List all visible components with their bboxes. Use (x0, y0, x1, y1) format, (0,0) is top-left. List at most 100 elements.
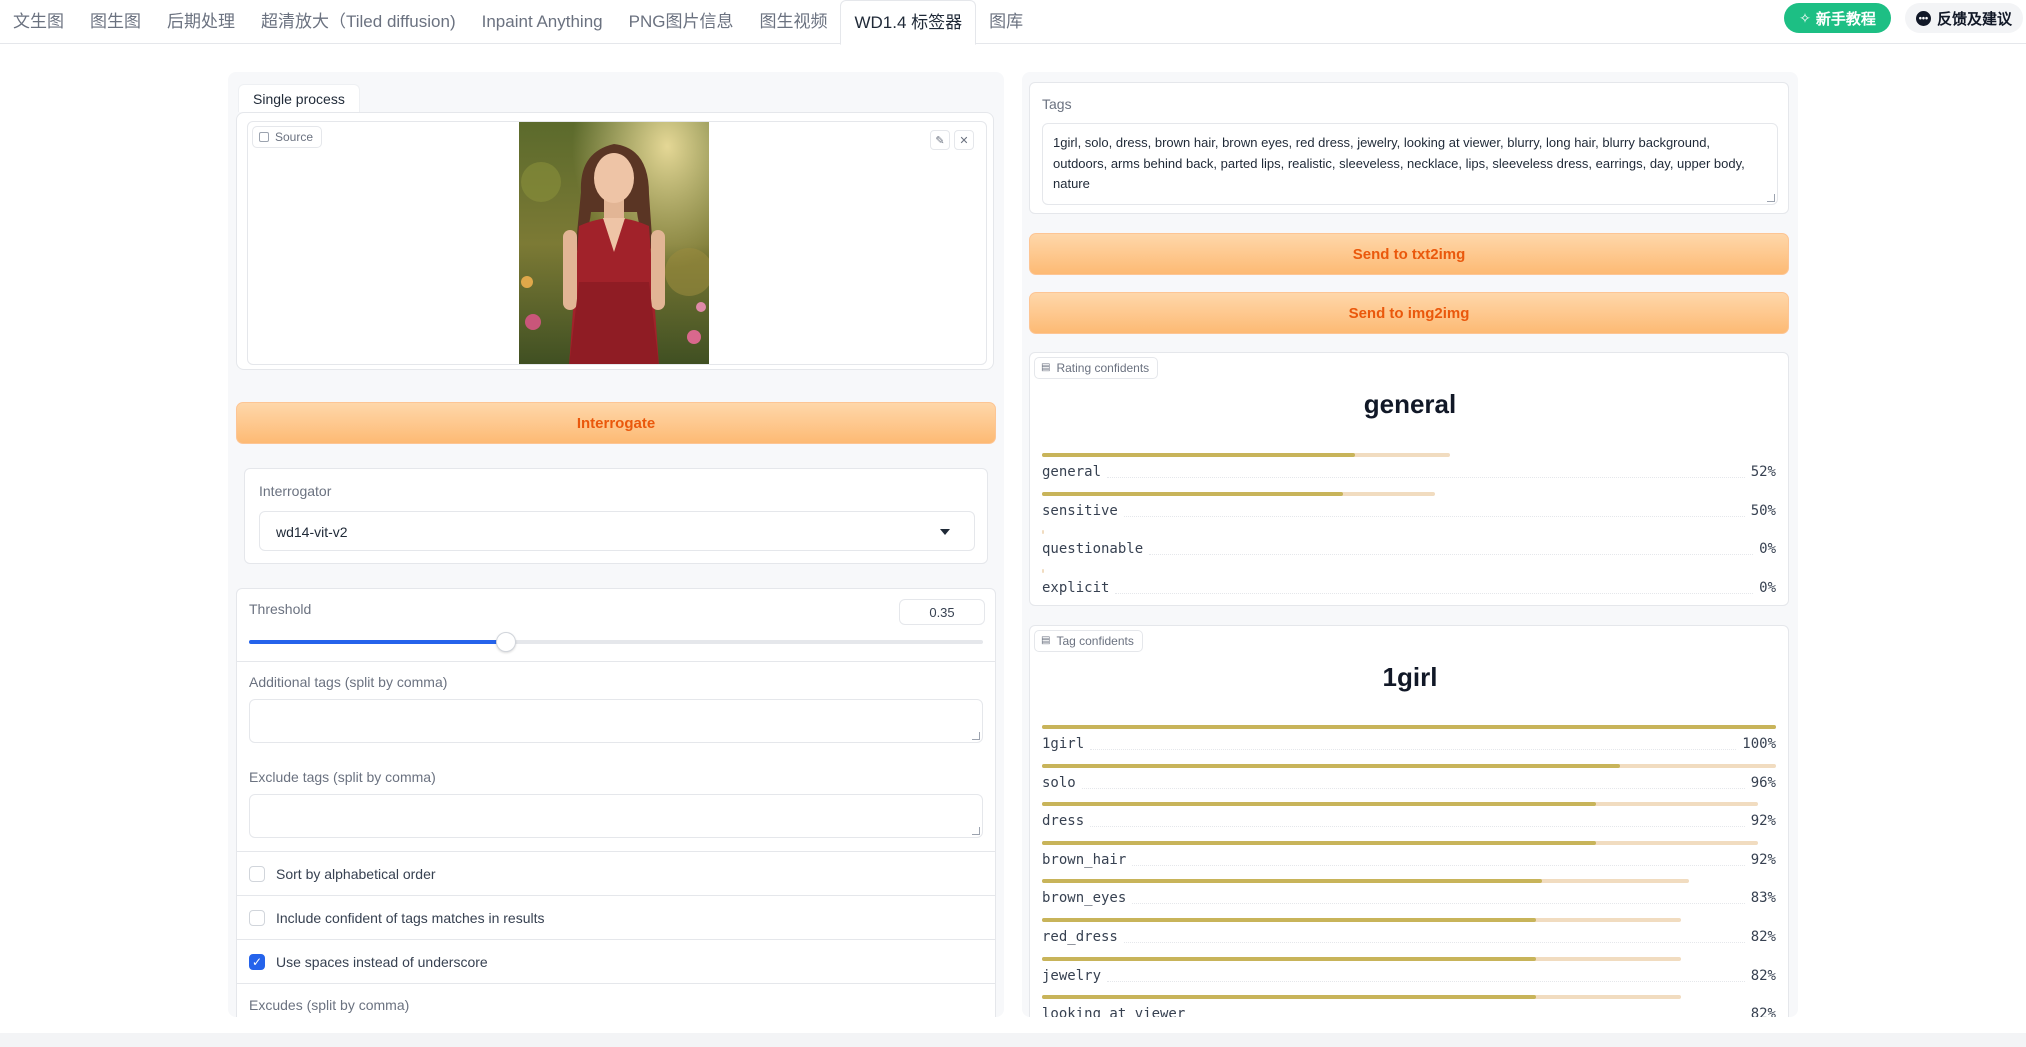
interrogator-select[interactable]: wd14-vit-v2 (259, 511, 975, 551)
confidence-row: brown_eyes 83% (1042, 879, 1776, 917)
include-confident-checkbox-row[interactable]: Include confident of tags matches in res… (249, 910, 544, 926)
confidence-row: questionable 0% (1042, 530, 1776, 568)
tab-item[interactable]: 图库 (976, 0, 1036, 44)
excudes-label: Excudes (split by comma) (249, 997, 410, 1013)
dotted-leader (1090, 749, 1736, 750)
confidence-percent: 0% (1759, 541, 1776, 558)
confidence-row: dress 92% (1042, 802, 1776, 840)
dotted-leader (1115, 592, 1753, 594)
confidence-row: sensitive 50% (1042, 491, 1776, 530)
tab-item[interactable]: 图生图 (77, 0, 154, 44)
source-label-text: Source (275, 130, 314, 144)
confidence-row: general 52% (1042, 453, 1776, 491)
exclude-tags-label: Exclude tags (split by comma) (249, 769, 436, 785)
tab-item[interactable]: PNG图片信息 (616, 0, 747, 44)
source-image (519, 122, 709, 364)
confidence-label: jewelry (1042, 967, 1102, 984)
resize-handle-icon[interactable] (1767, 194, 1775, 202)
guide-button-label: 新手教程 (1815, 10, 1876, 28)
tab-single-process[interactable]: Single process (238, 84, 360, 112)
confidence-label: red_dress (1042, 929, 1118, 945)
confidence-bar-fill (1042, 802, 1596, 807)
tab-item[interactable]: 超清放大（Tiled diffusion) (248, 0, 469, 44)
confidence-percent: 50% (1750, 502, 1776, 519)
tags-output[interactable]: 1girl, solo, dress, brown hair, brown ey… (1042, 123, 1778, 205)
confidence-bar-track (1042, 568, 1044, 573)
guide-button[interactable]: ✧ 新手教程 (1784, 3, 1891, 33)
include-confident-checkbox[interactable] (249, 910, 265, 926)
confidence-bar-fill (1042, 879, 1542, 884)
threshold-slider-fill (249, 640, 506, 644)
bar-chart-icon: ▤ (1041, 635, 1051, 646)
additional-tags-input[interactable] (249, 699, 983, 743)
threshold-number-input[interactable]: 0.35 (899, 599, 985, 625)
sort-alphabetical-checkbox-row[interactable]: Sort by alphabetical order (249, 866, 436, 882)
tab-item[interactable]: Inpaint Anything (469, 0, 616, 44)
include-confident-label: Include confident of tags matches in res… (276, 910, 545, 926)
confidence-row: red_dress 82% (1042, 918, 1776, 956)
rating-confidents-panel: ▤ Rating confidents general general 52% se… (1029, 352, 1789, 606)
confidence-row: 1girl 100% (1042, 725, 1776, 763)
interrogate-button[interactable]: Interrogate (236, 402, 996, 444)
dotted-leader (1132, 903, 1745, 905)
rating-confidents-label: ▤ Rating confidents (1034, 357, 1159, 379)
confidence-bar-fill (1042, 918, 1536, 922)
tab-item[interactable]: 文生图 (0, 0, 77, 44)
close-icon[interactable]: ✕ (954, 130, 974, 150)
confidence-percent: 92% (1750, 813, 1776, 830)
tab-item[interactable]: 后期处理 (154, 0, 248, 44)
confidence-label: brown_eyes (1042, 890, 1127, 907)
tag-confidents-label: ▤ Tag confidents (1034, 630, 1143, 652)
resize-handle-icon[interactable] (972, 732, 980, 740)
confidence-row: solo 96% (1042, 763, 1776, 802)
dotted-leader (1107, 980, 1745, 982)
confidence-bar-fill (1042, 453, 1355, 457)
tab-item[interactable]: 图生视频 (746, 0, 840, 44)
tags-label: Tags (1042, 96, 1072, 112)
confidence-row: jewelry 82% (1042, 956, 1776, 995)
rating-confidents-label-text: Rating confidents (1056, 361, 1150, 375)
tags-panel: Tags 1girl, solo, dress, brown hair, bro… (1029, 82, 1789, 214)
right-column: Tags 1girl, solo, dress, brown hair, bro… (1022, 72, 1798, 1017)
confidence-bar-fill (1042, 725, 1776, 729)
divider (237, 983, 995, 984)
feedback-button[interactable]: ••• 反馈及建议 (1905, 3, 2023, 33)
tags-text: 1girl, solo, dress, brown hair, brown ey… (1053, 135, 1745, 191)
threshold-label: Threshold (249, 601, 312, 617)
threshold-slider[interactable] (249, 632, 983, 652)
confidence-percent: 83% (1750, 890, 1776, 907)
interrogator-value: wd14-vit-v2 (276, 524, 348, 540)
confidence-label: explicit (1042, 579, 1110, 596)
exclude-tags-input[interactable] (249, 794, 983, 838)
send-to-txt2img-button[interactable]: Send to txt2img (1029, 233, 1789, 275)
dotted-leader (1124, 515, 1745, 517)
confidence-label: questionable (1042, 541, 1144, 558)
feedback-button-label: 反馈及建议 (1936, 10, 2012, 28)
chevron-down-icon (940, 529, 950, 535)
bottom-strip (0, 1033, 2026, 1047)
use-spaces-checkbox[interactable]: ✓ (249, 954, 265, 970)
image-icon (259, 132, 269, 142)
edit-icon[interactable]: ✎ (930, 130, 950, 150)
sort-alphabetical-checkbox[interactable] (249, 866, 265, 882)
use-spaces-checkbox-row[interactable]: ✓ Use spaces instead of underscore (249, 954, 488, 970)
confidence-bar-track (1042, 530, 1044, 535)
source-image-upload[interactable]: Source ✎ ✕ (247, 121, 987, 365)
divider (237, 939, 995, 940)
confidence-percent: 82% (1750, 1006, 1776, 1017)
tab-item[interactable]: WD1.4 标签器 (840, 0, 977, 45)
confidence-percent: 96% (1750, 774, 1776, 791)
image-panel: Source ✎ ✕ (236, 112, 994, 370)
confidence-bar-fill (1042, 995, 1536, 1000)
threshold-slider-thumb[interactable] (495, 632, 516, 652)
source-label: Source (252, 126, 323, 148)
use-spaces-label: Use spaces instead of underscore (276, 954, 488, 970)
confidence-percent: 92% (1750, 851, 1776, 868)
confidence-label: solo (1042, 774, 1076, 791)
confidence-bar-fill (1042, 763, 1620, 768)
confidence-row: looking_at_viewer 82% (1042, 995, 1776, 1017)
send-to-img2img-button[interactable]: Send to img2img (1029, 292, 1789, 334)
confidence-label: 1girl (1042, 736, 1085, 752)
resize-handle-icon[interactable] (972, 827, 980, 835)
settings-panel: Threshold 0.35 Additional tags (split by… (236, 588, 996, 1017)
